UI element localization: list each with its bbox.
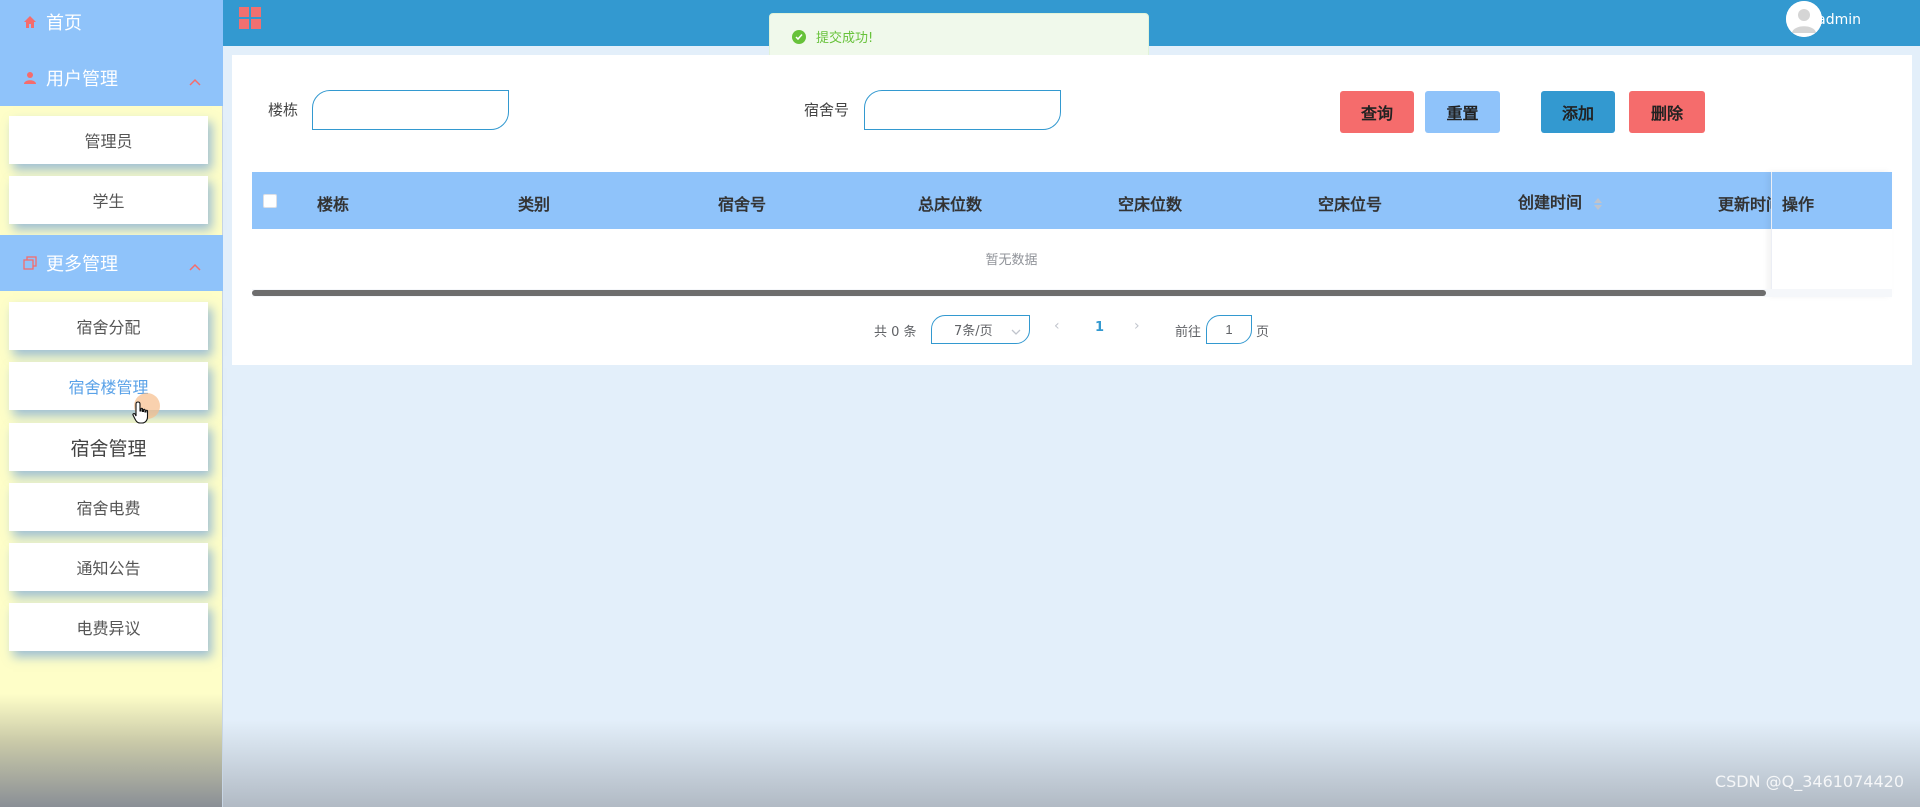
menu-grid-icon[interactable]: [239, 7, 261, 29]
sidebar-item-fee-dispute-label: 电费异议: [76, 619, 141, 638]
select-all-checkbox[interactable]: [263, 194, 277, 208]
page-suffix: 页: [1256, 325, 1270, 340]
column-empty-bed-numbers: 空床位号: [1318, 195, 1383, 214]
sidebar-item-admin[interactable]: 管理员: [9, 116, 208, 164]
reset-button[interactable]: 重置: [1425, 91, 1500, 133]
room-input[interactable]: [864, 90, 1061, 130]
menu-user-management[interactable]: 用户管理: [0, 50, 223, 106]
column-building: 楼栋: [317, 195, 350, 214]
hand-cursor-icon: [132, 401, 150, 429]
column-total-beds: 总床位数: [918, 195, 983, 214]
sidebar: 首页 用户管理 管理员 学生 更多管理 宿舍分配 宿舍楼管理 宿舍管理 宿舍电费: [0, 0, 223, 807]
sidebar-item-electricity-fee[interactable]: 宿舍电费: [9, 483, 208, 531]
sidebar-item-dorm-management[interactable]: 宿舍管理: [9, 423, 208, 471]
chevron-down-icon: [1011, 325, 1021, 340]
column-room-number: 宿舍号: [718, 195, 767, 214]
home-icon: [22, 14, 38, 30]
sidebar-item-dorm-management-label: 宿舍管理: [70, 437, 147, 460]
sidebar-item-notice[interactable]: 通知公告: [9, 543, 208, 591]
current-page[interactable]: 1: [1095, 320, 1104, 335]
sidebar-item-electricity-fee-label: 宿舍电费: [76, 499, 141, 518]
sidebar-item-building-management[interactable]: 宿舍楼管理: [9, 362, 208, 410]
table-empty-text: 暂无数据: [985, 253, 1038, 268]
pagination-total: 共 0 条: [874, 325, 917, 340]
success-toast: 提交成功!: [769, 13, 1149, 60]
horizontal-scrollbar-thumb[interactable]: [252, 290, 1766, 296]
menu-home-label: 首页: [46, 13, 82, 34]
add-button[interactable]: 添加: [1541, 91, 1615, 133]
building-input[interactable]: [312, 90, 509, 130]
column-updated-time: 更新时间: [1718, 195, 1771, 214]
page-size-select[interactable]: 7条/页: [931, 315, 1030, 344]
fixed-actions-column: 操作: [1771, 172, 1892, 296]
copy-icon: [22, 255, 38, 271]
sidebar-item-notice-label: 通知公告: [76, 559, 141, 578]
menu-home[interactable]: 首页: [0, 0, 223, 50]
sidebar-item-dorm-assign[interactable]: 宿舍分配: [9, 302, 208, 350]
table-header: 楼栋 类别 宿舍号 总床位数 空床位数 空床位号 创建时间 更新时间: [252, 172, 1892, 229]
next-page-icon[interactable]: ›: [1134, 318, 1140, 334]
delete-button[interactable]: 删除: [1629, 91, 1705, 133]
page-size-value: 7条/页: [954, 324, 993, 339]
sidebar-item-dorm-assign-label: 宿舍分配: [76, 318, 141, 337]
query-button[interactable]: 查询: [1340, 91, 1414, 133]
column-actions: 操作: [1782, 195, 1815, 214]
username[interactable]: admin: [1817, 12, 1861, 28]
goto-label: 前往: [1175, 325, 1202, 340]
check-circle-icon: [792, 29, 806, 44]
menu-user-management-label: 用户管理: [46, 69, 118, 90]
menu-more-management[interactable]: 更多管理: [0, 235, 223, 291]
toast-message: 提交成功!: [816, 31, 874, 46]
column-category: 类别: [518, 195, 551, 214]
prev-page-icon[interactable]: ‹: [1054, 318, 1060, 334]
bottom-fade: [223, 720, 1920, 807]
sidebar-item-building-management-label: 宿舍楼管理: [68, 378, 149, 397]
column-created-time-label: 创建时间: [1518, 193, 1583, 212]
chevron-up-icon: [189, 255, 201, 276]
watermark: CSDN @Q_3461074420: [1714, 772, 1904, 791]
column-empty-beds: 空床位数: [1118, 195, 1183, 214]
goto-page-input[interactable]: [1206, 315, 1252, 344]
sidebar-item-fee-dispute[interactable]: 电费异议: [9, 603, 208, 651]
column-created-time[interactable]: 创建时间: [1518, 189, 1602, 213]
sidebar-item-student[interactable]: 学生: [9, 176, 208, 224]
sidebar-item-student-label: 学生: [92, 192, 125, 211]
building-label: 楼栋: [268, 101, 299, 119]
sort-icon[interactable]: [1593, 197, 1602, 210]
room-label: 宿舍号: [804, 101, 850, 119]
user-icon: [22, 70, 38, 86]
chevron-up-icon: [189, 70, 201, 91]
sidebar-item-admin-label: 管理员: [84, 132, 133, 151]
menu-more-management-label: 更多管理: [46, 254, 118, 275]
